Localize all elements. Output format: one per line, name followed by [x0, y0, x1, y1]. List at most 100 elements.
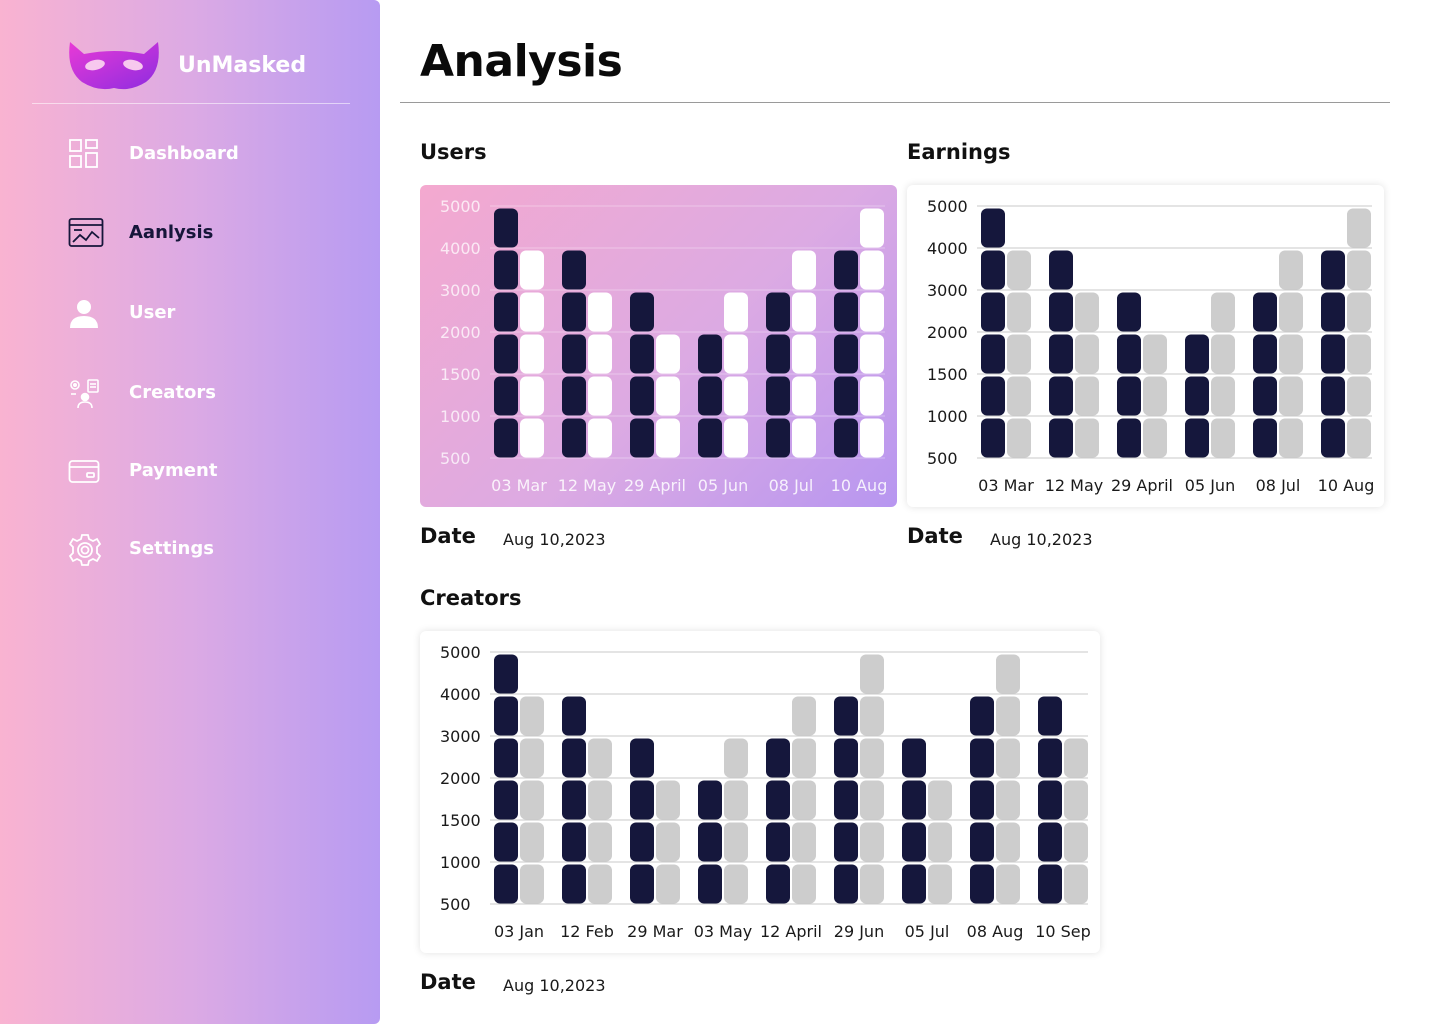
bar-segment — [1007, 376, 1031, 416]
users-chart: 5000 4000 3000 2000 1500 1000 500 03 Mar 12 May 2… — [420, 185, 897, 507]
bar-segment — [724, 418, 748, 458]
bar-segment — [630, 334, 654, 374]
date-value: Aug 10,2023 — [990, 530, 1093, 549]
x-tick-label: 03 Mar — [491, 476, 547, 495]
y-tick-label: 1000 — [927, 407, 968, 426]
sidebar-item-label: Creators — [129, 382, 217, 403]
bar-segment — [656, 780, 680, 820]
bar-segment — [724, 738, 748, 778]
bar-segment — [562, 418, 586, 458]
sidebar-item-user[interactable]: User — [68, 295, 348, 331]
bar-segment — [860, 822, 884, 862]
bar-segment — [724, 292, 748, 332]
analysis-icon — [68, 218, 104, 247]
bar-segment — [981, 334, 1005, 374]
bar-segment — [928, 864, 952, 904]
bar-segment — [520, 696, 544, 736]
bar-segment — [860, 334, 884, 374]
y-tick-label: 500 — [927, 449, 958, 468]
bar-segment — [792, 864, 816, 904]
creators-chart: 5000 4000 3000 2000 1500 1000 500 03 Jan 12 Feb 2… — [420, 631, 1100, 953]
creators-icon — [70, 379, 99, 409]
brand-name: UnMasked — [178, 53, 307, 78]
x-tick-label: 10 Aug — [831, 476, 888, 495]
bar-segment — [630, 292, 654, 332]
y-tick-label: 4000 — [927, 239, 968, 258]
x-tick-label: 08 Jul — [769, 476, 814, 495]
bar-segment — [1321, 376, 1345, 416]
bar-segment — [494, 654, 518, 694]
bar-segment — [1321, 334, 1345, 374]
bar-segment — [494, 250, 518, 290]
users-chart-svg: 5000 4000 3000 2000 1500 1000 500 03 Mar 12 May 2… — [440, 197, 888, 495]
bar-segment — [981, 208, 1005, 248]
bar-segment — [588, 292, 612, 332]
sidebar-item-settings[interactable]: Settings — [68, 531, 348, 567]
x-tick-label: 10 Sep — [1035, 922, 1091, 941]
bar-segment — [1211, 334, 1235, 374]
bar-segment — [1253, 376, 1277, 416]
bar-segment — [588, 738, 612, 778]
bar-segment — [1038, 696, 1062, 736]
bar-segment — [902, 780, 926, 820]
bar-segment — [860, 292, 884, 332]
sidebar-item-creators[interactable]: Creators — [68, 375, 348, 411]
earnings-chart: 5000 4000 3000 2000 1500 1000 500 03 Mar 12 May 2… — [907, 185, 1384, 507]
creators-title: Creators — [420, 586, 522, 610]
sidebar: UnMasked Dashboard Aanlysis User Creator… — [0, 0, 380, 1024]
bar-segment — [588, 376, 612, 416]
bar-segment — [1049, 376, 1073, 416]
bar-segment — [860, 864, 884, 904]
sidebar-item-dashboard[interactable]: Dashboard — [68, 136, 348, 172]
bar-segment — [1347, 376, 1371, 416]
bar-segment — [970, 696, 994, 736]
bar-segment — [1049, 334, 1073, 374]
x-tick-label: 12 May — [1045, 476, 1104, 495]
bar-segment — [860, 250, 884, 290]
bar-segment — [698, 418, 722, 458]
x-tick-label: 12 Feb — [560, 922, 614, 941]
bar-segment — [630, 376, 654, 416]
bar-segment — [562, 376, 586, 416]
bar-segment — [902, 738, 926, 778]
user-icon — [70, 300, 98, 328]
sidebar-item-analysis[interactable]: Aanlysis — [68, 215, 348, 251]
bar-segment — [588, 780, 612, 820]
x-tick-label: 29 April — [1111, 476, 1173, 495]
bar-segment — [494, 208, 518, 248]
brand[interactable]: UnMasked — [68, 40, 368, 92]
bar-segment — [698, 822, 722, 862]
earnings-date: Date Aug 10,2023 — [907, 524, 1207, 554]
bar-segment — [1185, 418, 1209, 458]
bar-segment — [1321, 418, 1345, 458]
bar-segment — [1253, 418, 1277, 458]
bar-segment — [1279, 334, 1303, 374]
bar-segment — [792, 780, 816, 820]
bar-segment — [792, 418, 816, 458]
users-date: Date Aug 10,2023 — [420, 524, 720, 554]
bar-segment — [792, 250, 816, 290]
bar-segment — [1117, 292, 1141, 332]
bar-segment — [1211, 418, 1235, 458]
bar-segment — [656, 376, 680, 416]
bar-segment — [724, 376, 748, 416]
x-tick-label: 12 April — [760, 922, 822, 941]
bar-segment — [562, 334, 586, 374]
x-tick-label: 05 Jun — [698, 476, 748, 495]
bar-segment — [724, 780, 748, 820]
sidebar-item-label: Dashboard — [129, 143, 239, 164]
y-tick-label: 500 — [440, 449, 471, 468]
bar-segment — [1143, 376, 1167, 416]
bar-segment — [1321, 292, 1345, 332]
bar-segment — [1347, 418, 1371, 458]
bar-segment — [588, 864, 612, 904]
bar-segment — [766, 864, 790, 904]
sidebar-item-payment[interactable]: Payment — [68, 453, 348, 489]
bar-segment — [834, 334, 858, 374]
mask-icon — [69, 42, 159, 90]
bar-segment — [860, 208, 884, 248]
earnings-title: Earnings — [907, 140, 1011, 164]
y-tick-label: 2000 — [927, 323, 968, 342]
bar-segment — [698, 864, 722, 904]
x-tick-label: 03 Mar — [978, 476, 1034, 495]
